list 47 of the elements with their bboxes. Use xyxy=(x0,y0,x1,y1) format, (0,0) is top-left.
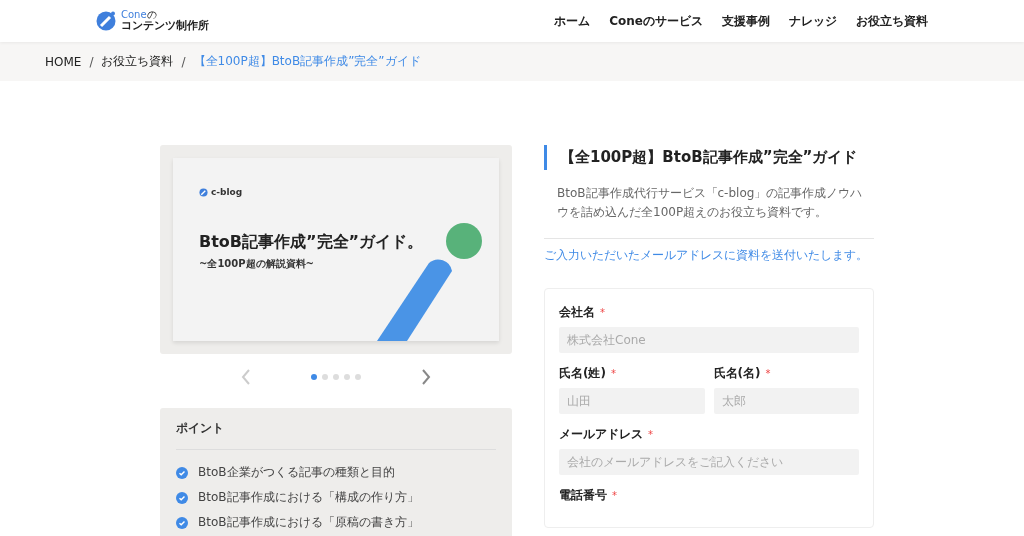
breadcrumb-separator: / xyxy=(89,54,94,69)
required-mark: * xyxy=(648,429,653,441)
logo-icon xyxy=(199,187,208,197)
slide-brand: c-blog xyxy=(211,187,243,197)
field-label: 氏名(姓) xyxy=(559,365,606,383)
logo-icon xyxy=(96,11,116,31)
check-icon xyxy=(176,466,188,479)
point-text: BtoB企業がつくる記事の種類と目的 xyxy=(198,464,395,481)
required-mark: * xyxy=(765,368,771,380)
field-label: 氏名(名) xyxy=(713,365,761,383)
carousel-dot[interactable] xyxy=(322,374,328,380)
nav-link[interactable]: ホーム xyxy=(554,12,591,30)
page-title: 【全100P超】BtoB記事作成”完全”ガイド xyxy=(544,145,874,170)
slide-title: BtoB記事作成”完全”ガイド。 xyxy=(199,232,425,253)
previous-button[interactable] xyxy=(241,369,251,385)
required-mark: * xyxy=(610,368,616,380)
field-label: 会社名 xyxy=(559,304,595,322)
point-text: BtoB記事作成における「構成の作り方」 xyxy=(198,489,419,506)
nav-link[interactable]: Coneのサービス xyxy=(609,12,703,30)
logo-text: Coneの xyxy=(121,9,158,21)
point-text: BtoB記事作成における「原稿の書き方」 xyxy=(198,514,419,531)
check-icon xyxy=(176,491,188,504)
input-field[interactable]: 会社のメールアドレスをご記入ください xyxy=(559,449,859,476)
field-label: 電話番号 xyxy=(559,487,607,505)
input-field[interactable]: 株式会社Cone xyxy=(559,327,859,354)
next-button[interactable] xyxy=(421,369,431,385)
breadcrumb-separator: / xyxy=(181,54,186,69)
breadcrumb-link[interactable]: お役立ち資料 xyxy=(101,53,174,70)
points-title: ポイント xyxy=(176,420,496,450)
carousel-dot[interactable] xyxy=(344,374,350,380)
required-mark: * xyxy=(612,490,617,502)
check-icon xyxy=(176,516,188,529)
nav-link[interactable]: ナレッジ xyxy=(789,12,837,30)
breadcrumb-link[interactable]: HOME xyxy=(45,54,82,69)
carousel-dot[interactable] xyxy=(355,374,361,380)
required-mark: * xyxy=(600,307,605,319)
description: BtoB記事作成代行サービス「c-blog」の記事作成ノウハウを詰め込んだ全100P超えのお役立ち資料です。 xyxy=(556,185,864,222)
input-field[interactable]: 太郎 xyxy=(713,388,859,415)
nav-link[interactable]: 支援事例 xyxy=(722,12,770,30)
carousel-dot[interactable] xyxy=(311,374,317,380)
input-field[interactable]: 山田 xyxy=(559,388,705,415)
logo-subtitle: コンテンツ制作所 xyxy=(121,20,209,33)
nav-link[interactable]: お役立ち資料 xyxy=(856,12,928,30)
notice-text: ご入力いただいたメールアドレスに資料を送付いたします。 xyxy=(544,247,869,265)
field-label: メールアドレス xyxy=(559,426,643,444)
carousel-dot[interactable] xyxy=(333,374,339,380)
slide-subtitle: ~全100P超の解説資料~ xyxy=(199,257,315,271)
